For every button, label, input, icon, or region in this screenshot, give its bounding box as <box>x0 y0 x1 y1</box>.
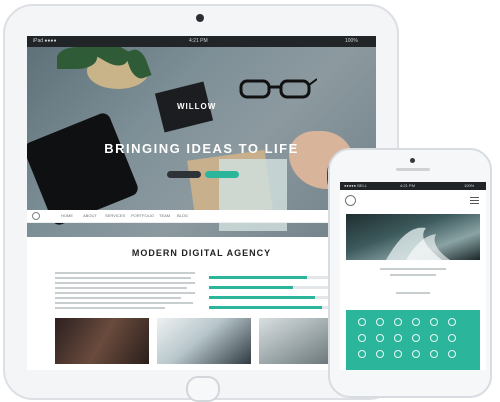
service-icon[interactable] <box>448 350 456 358</box>
wave-image <box>386 227 450 260</box>
services-icon-grid <box>346 310 480 370</box>
nav-item-about[interactable]: ABOUT <box>83 212 97 220</box>
hero-secondary-button[interactable] <box>205 171 239 178</box>
status-battery: 100% <box>464 183 475 188</box>
nav-item-home[interactable]: HOME <box>61 212 73 220</box>
ipad-camera <box>196 14 204 22</box>
skill-bar <box>209 286 329 289</box>
paragraph-line <box>55 282 195 284</box>
service-icon[interactable] <box>376 334 384 342</box>
service-icon[interactable] <box>430 318 438 326</box>
iphone-hero-photo <box>346 214 480 260</box>
section-title: MODERN DIGITAL AGENCY <box>131 248 272 258</box>
service-icon[interactable] <box>358 350 366 358</box>
iphone-logo-icon[interactable] <box>345 195 356 206</box>
paragraph-line <box>55 272 195 274</box>
ipad-nav-bar: HOME ABOUT SERVICES PORTFOLIO TEAM BLOG <box>27 210 376 223</box>
iphone-header <box>340 190 486 212</box>
ipad-screen: iPad ●●●● 4:21 PM 100% WILLOW BRINGING I… <box>27 36 376 370</box>
status-time: 4:21 PM <box>189 38 208 44</box>
glasses-image <box>239 78 317 99</box>
skill-bar <box>209 296 329 299</box>
service-icon[interactable] <box>376 318 384 326</box>
iphone-camera <box>410 158 415 163</box>
iphone-status-bar: ●●●●● BELL 4:21 PM 100% <box>340 182 486 190</box>
service-icon[interactable] <box>358 334 366 342</box>
photo-laptop-work[interactable] <box>157 318 251 364</box>
service-icon[interactable] <box>394 318 402 326</box>
paragraph-line <box>55 297 181 299</box>
hero-title: BRINGING IDEAS TO LIFE <box>104 141 299 156</box>
nav-item-blog[interactable]: BLOG <box>177 212 188 220</box>
photo-team-meeting[interactable] <box>55 318 149 364</box>
status-carrier: iPad ●●●● <box>33 38 57 44</box>
hero-logo: WILLOW <box>177 102 217 111</box>
hero-primary-button[interactable] <box>167 171 201 178</box>
nav-logo-icon[interactable] <box>32 212 40 220</box>
service-icon[interactable] <box>376 350 384 358</box>
status-carrier: ●●●●● BELL <box>344 183 367 188</box>
status-battery: 100% <box>345 38 358 44</box>
service-icon[interactable] <box>412 334 420 342</box>
service-icon[interactable] <box>412 350 420 358</box>
caption-line <box>380 268 446 270</box>
service-icon[interactable] <box>448 334 456 342</box>
service-icon[interactable] <box>394 350 402 358</box>
iphone-screen: ●●●●● BELL 4:21 PM 100% <box>340 182 486 370</box>
hero-section: WILLOW BRINGING IDEAS TO LIFE <box>27 47 376 237</box>
ipad-home-button[interactable] <box>186 376 220 402</box>
service-icon[interactable] <box>430 350 438 358</box>
paragraph-line <box>55 287 187 289</box>
paragraph-line <box>55 277 191 279</box>
skill-bar <box>209 276 329 279</box>
skill-bar <box>209 306 329 309</box>
paragraph-line <box>55 307 165 309</box>
service-icon[interactable] <box>394 334 402 342</box>
paragraph-line <box>55 292 195 294</box>
paragraph-line <box>55 302 193 304</box>
nav-item-services[interactable]: SERVICES <box>105 212 125 220</box>
status-time: 4:21 PM <box>400 183 415 188</box>
service-icon[interactable] <box>358 318 366 326</box>
nav-item-team[interactable]: TEAM <box>159 212 170 220</box>
caption-line <box>396 292 430 294</box>
nav-item-portfolio[interactable]: PORTFOLIO <box>131 212 154 220</box>
hamburger-menu-icon[interactable] <box>470 197 479 204</box>
service-icon[interactable] <box>412 318 420 326</box>
service-icon[interactable] <box>430 334 438 342</box>
iphone-speaker <box>396 168 430 171</box>
caption-line <box>390 274 436 276</box>
service-icon[interactable] <box>448 318 456 326</box>
ipad-status-bar: iPad ●●●● 4:21 PM 100% <box>27 36 376 47</box>
